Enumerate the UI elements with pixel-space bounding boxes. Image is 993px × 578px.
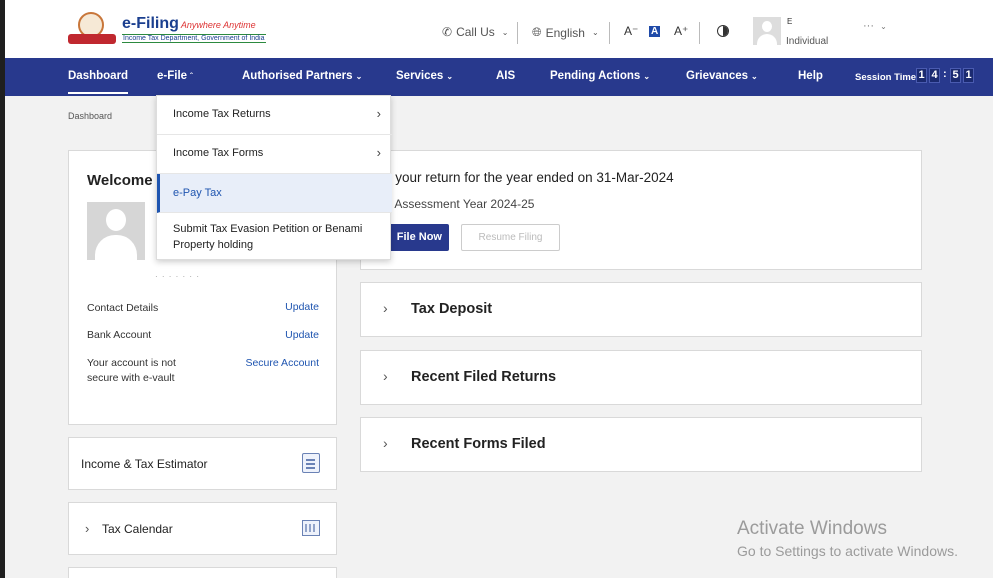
call-us-button[interactable]: ✆ Call Us ⌄	[442, 25, 508, 39]
calculator-icon	[302, 453, 320, 473]
nav-services[interactable]: Services ⌄	[396, 70, 453, 82]
filing-subtitle: or Assessment Year 2024-25	[381, 197, 535, 211]
font-default-button[interactable]: A	[649, 26, 661, 37]
session-digit: 1	[916, 68, 927, 83]
chevron-right-icon: ›	[85, 521, 90, 536]
nav-label: AIS	[496, 70, 516, 82]
secure-account-link[interactable]: Secure Account	[245, 357, 319, 369]
nav-help[interactable]: Help	[798, 70, 823, 82]
chevron-up-icon: ˆ	[190, 72, 193, 81]
resume-filing-button[interactable]: Resume Filing	[461, 224, 560, 251]
activate-windows-subtitle: Go to Settings to activate Windows.	[737, 543, 958, 559]
session-colon: :	[943, 68, 947, 80]
accordion-title: Tax Deposit	[411, 301, 493, 317]
logo-tagline: Anywhere Anytime	[180, 20, 256, 30]
phone-icon: ✆	[442, 25, 453, 39]
divider	[517, 22, 518, 44]
tax-calendar-label: Tax Calendar	[102, 522, 173, 536]
nav-label: Dashboard	[68, 70, 129, 82]
top-header: e-Filing Anywhere Anytime Income Tax Depa…	[5, 0, 993, 58]
divider	[609, 22, 610, 44]
emblem-icon	[68, 12, 116, 46]
contrast-icon[interactable]	[717, 25, 729, 37]
avatar[interactable]	[753, 17, 781, 45]
nav-label: Help	[798, 70, 823, 82]
contact-update-link[interactable]: Update	[285, 301, 319, 313]
efiling-logo[interactable]: e-Filing Anywhere Anytime Income Tax Depa…	[68, 12, 266, 46]
divider	[699, 22, 700, 44]
nav-ais[interactable]: AIS	[496, 70, 515, 82]
side-card	[68, 567, 337, 578]
file-return-card: le your return for the year ended on 31-…	[360, 150, 922, 270]
efile-dropdown-menu: Income Tax Returns › Income Tax Forms › …	[156, 95, 392, 260]
chevron-down-icon: ⌄	[880, 22, 887, 31]
chevron-down-icon: ⌄	[355, 72, 363, 81]
breadcrumb[interactable]: Dashboard	[68, 111, 112, 121]
nav-label: Authorised Partners	[242, 70, 353, 82]
font-decrease-button[interactable]: A⁻	[624, 24, 638, 38]
session-digit: 4	[929, 68, 940, 83]
menu-item-e-pay-tax[interactable]: e-Pay Tax	[157, 174, 392, 213]
logo-title: e-Filing	[122, 15, 179, 32]
font-increase-button[interactable]: A⁺	[674, 24, 688, 38]
nav-label: Grievances	[686, 70, 749, 82]
user-name: E	[787, 17, 793, 26]
filing-title: le your return for the year ended on 31-…	[381, 170, 674, 185]
session-digit: 5	[950, 68, 961, 83]
loading-dots: · · · · · · ·	[155, 272, 200, 281]
language-select[interactable]: 🌐︎ English ⌄	[532, 25, 599, 40]
profile-menu-button[interactable]: ··· ⌄	[863, 20, 887, 32]
language-label: English	[545, 25, 585, 40]
menu-item-tax-evasion-petition[interactable]: Submit Tax Evasion Petition or Benami Pr…	[157, 213, 392, 260]
menu-item-label: Submit Tax Evasion Petition or Benami Pr…	[173, 223, 363, 251]
evault-status-label: Your account is not secure with e-vault	[87, 357, 176, 384]
menu-item-label: Income Tax Forms	[173, 147, 264, 159]
chevron-right-icon: ›	[383, 435, 388, 451]
chevron-down-icon: ⌄	[591, 28, 599, 37]
recent-filed-returns-accordion[interactable]: › Recent Filed Returns	[360, 350, 922, 405]
nav-pending-actions[interactable]: Pending Actions ⌄	[550, 70, 650, 82]
accordion-title: Recent Forms Filed	[411, 436, 546, 452]
profile-avatar	[87, 202, 145, 260]
menu-item-income-tax-forms[interactable]: Income Tax Forms ›	[157, 135, 392, 174]
profile-menu-label: ···	[863, 20, 874, 32]
main-nav: Dashboard e-File ˆ Authorised Partners ⌄ S…	[5, 58, 993, 96]
user-role: Individual	[786, 36, 829, 47]
chevron-down-icon: ⌄	[751, 72, 758, 81]
income-tax-estimator-card[interactable]: Income & Tax Estimator	[68, 437, 337, 490]
chevron-right-icon: ›	[376, 106, 381, 121]
nav-label: Services	[396, 70, 444, 82]
contact-details-label: Contact Details	[87, 302, 159, 314]
tax-deposit-accordion[interactable]: › Tax Deposit	[360, 282, 922, 337]
chevron-right-icon: ›	[376, 145, 381, 160]
recent-forms-filed-accordion[interactable]: › Recent Forms Filed	[360, 417, 922, 472]
chevron-down-icon: ⌄	[446, 72, 454, 81]
calendar-icon	[302, 520, 320, 536]
chevron-right-icon: ›	[383, 300, 388, 316]
nav-efile[interactable]: e-File ˆ	[157, 70, 193, 82]
chevron-right-icon: ›	[383, 368, 388, 384]
nav-label: e-File	[157, 70, 188, 82]
globe-icon: 🌐︎	[532, 25, 542, 39]
nav-authorised-partners[interactable]: Authorised Partners ⌄	[242, 70, 362, 82]
chevron-down-icon: ⌄	[501, 27, 509, 37]
nav-grievances[interactable]: Grievances ⌄	[686, 70, 758, 82]
session-digit: 1	[963, 68, 974, 83]
bank-update-link[interactable]: Update	[285, 329, 319, 341]
accordion-title: Recent Filed Returns	[411, 369, 557, 385]
menu-item-label: Income Tax Returns	[173, 108, 271, 120]
bank-account-label: Bank Account	[87, 329, 152, 341]
menu-item-income-tax-returns[interactable]: Income Tax Returns ›	[157, 96, 392, 135]
nav-label: Pending Actions	[550, 70, 641, 82]
welcome-title: Welcome E	[87, 172, 167, 189]
nav-dashboard[interactable]: Dashboard	[68, 70, 129, 94]
logo-subtitle: Income Tax Department, Government of Ind…	[122, 34, 266, 43]
session-time-label: Session Time	[855, 72, 917, 83]
chevron-down-icon: ⌄	[643, 72, 651, 81]
activate-windows-title: Activate Windows	[737, 518, 887, 539]
call-us-label: Call Us	[456, 25, 495, 39]
tax-calendar-card[interactable]: › Tax Calendar	[68, 502, 337, 555]
estimator-label: Income & Tax Estimator	[81, 457, 208, 471]
menu-item-label: e-Pay Tax	[173, 187, 222, 199]
